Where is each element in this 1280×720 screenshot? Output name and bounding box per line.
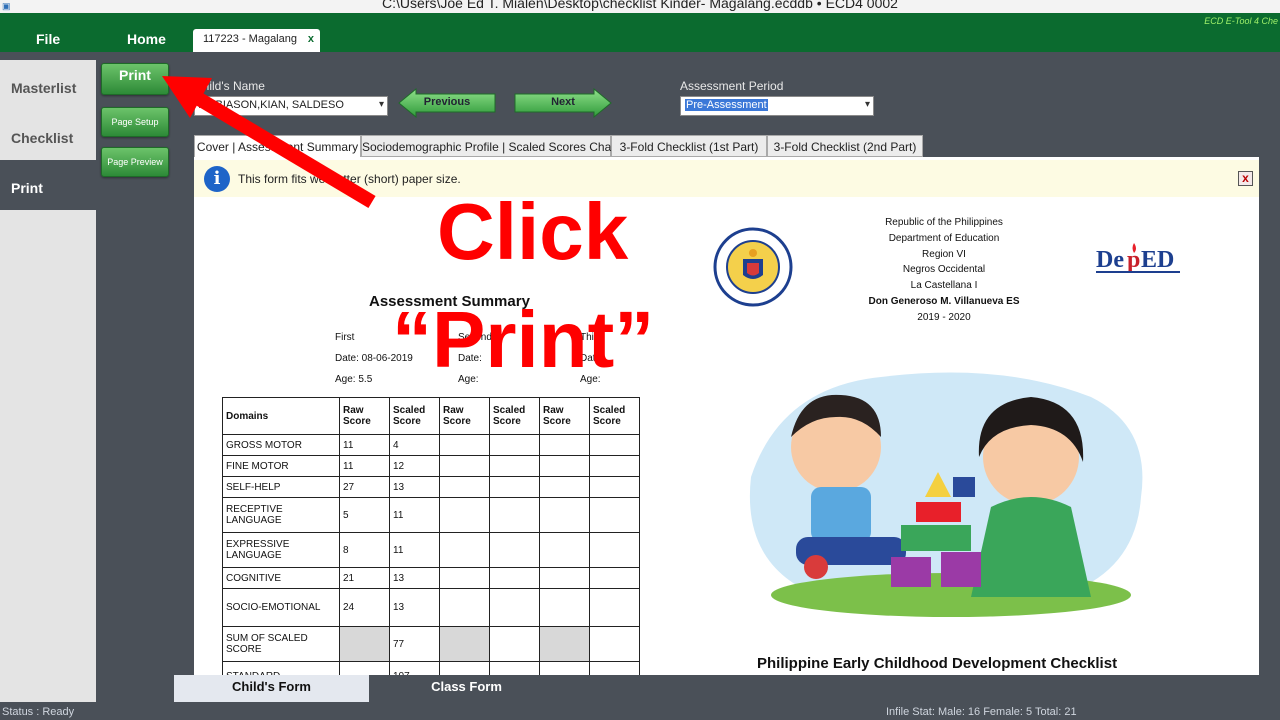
- callout-click: Click: [437, 187, 629, 276]
- domain-cell: GROSS MOTOR: [222, 434, 340, 456]
- header-line: Department of Education: [888, 232, 1000, 244]
- raw-cell: 27: [339, 476, 390, 498]
- header-line: Negros Occidental: [902, 264, 986, 276]
- close-icon[interactable]: x: [1238, 171, 1253, 186]
- callout-print: “Print”: [392, 295, 655, 384]
- table-row: COGNITIVE 21 13: [222, 567, 640, 589]
- raw-cell: 24: [339, 588, 390, 627]
- header-scaled-3: Scaled Score: [589, 397, 640, 435]
- domain-cell: EXPRESSIVE LANGUAGE: [222, 532, 340, 568]
- header-scaled-2: Scaled Score: [489, 397, 540, 435]
- checklist-title: Philippine Early Childhood Development C…: [757, 655, 1118, 672]
- scaled-cell: 11: [389, 497, 440, 533]
- scaled-cell: 107: [389, 661, 440, 675]
- infile-stats: Infile Stat: Male: 16 Female: 5 Total: 2…: [886, 706, 1077, 718]
- raw-cell: 11: [339, 434, 390, 456]
- header-raw-2: Raw Score: [439, 397, 490, 435]
- domain-cell: STANDARD: [222, 661, 340, 675]
- school-name: Don Generoso M. Villanueva ES: [868, 295, 1020, 307]
- ribbon: File Home ECD E-Tool 4 Che 117223 - Maga…: [0, 13, 1280, 52]
- scaled-cell: 4: [389, 434, 440, 456]
- tab-3fold-part1[interactable]: 3-Fold Checklist (1st Part): [611, 135, 767, 157]
- header-line: Region VI: [922, 248, 966, 260]
- left-nav: Masterlist Checklist Print: [0, 60, 96, 702]
- table-row: EXPRESSIVE LANGUAGE 8 11: [222, 532, 640, 568]
- scaled-cell: 11: [389, 532, 440, 568]
- document-panel: i This form fits well letter (short) pap…: [194, 157, 1259, 675]
- scaled-cell: 12: [389, 455, 440, 477]
- status-text: Status : Ready: [2, 706, 75, 718]
- previous-button[interactable]: Previous: [398, 88, 496, 118]
- domain-cell: RECEPTIVE LANGUAGE: [222, 497, 340, 533]
- table-row: GROSS MOTOR 11 4: [222, 434, 640, 456]
- period-value: Pre-Assessment: [685, 99, 768, 111]
- next-label: Next: [551, 96, 575, 108]
- menu-home[interactable]: Home: [127, 31, 166, 47]
- window-titlebar: ▣ C:\Users\Joe Ed T. Mialen\Desktop\chec…: [0, 0, 1280, 13]
- bottom-tabs: Child's Form Class Form: [174, 675, 1280, 702]
- period-select[interactable]: Pre-Assessment ▾: [680, 96, 874, 116]
- table-row: SUM OF SCALED SCORE 77: [222, 626, 640, 662]
- nav-checklist[interactable]: Checklist: [0, 110, 96, 160]
- table-row: SELF-HELP 27 13: [222, 476, 640, 498]
- header-raw-1: Raw Score: [339, 397, 390, 435]
- table-header-row: Domains Raw Score Scaled Score Raw Score…: [222, 397, 640, 435]
- red-arrow-icon: [162, 76, 376, 209]
- raw-cell: 5: [339, 497, 390, 533]
- raw-cell: [339, 661, 390, 675]
- chevron-down-icon: ▾: [864, 99, 870, 110]
- tab-3fold-part2[interactable]: 3-Fold Checklist (2nd Part): [767, 135, 923, 157]
- deped-logo-icon: De p ED: [1096, 243, 1180, 273]
- scaled-cell: 13: [389, 476, 440, 498]
- domain-cell: COGNITIVE: [222, 567, 340, 589]
- deped-seal-icon: [713, 227, 793, 307]
- domain-cell: SUM OF SCALED SCORE: [222, 626, 340, 662]
- scaled-cell: 77: [389, 626, 440, 662]
- svg-text:De: De: [1096, 247, 1124, 273]
- header-raw-3: Raw Score: [539, 397, 590, 435]
- period-first-label: First: [335, 332, 355, 343]
- next-button[interactable]: Next: [514, 88, 612, 118]
- school-year: 2019 - 2020: [917, 311, 971, 323]
- raw-cell: 11: [339, 455, 390, 477]
- header-line: La Castellana I: [910, 280, 978, 292]
- scaled-cell: 13: [389, 588, 440, 627]
- ribbon-divider: [0, 52, 1280, 60]
- table-row: RECEPTIVE LANGUAGE 5 11: [222, 497, 640, 533]
- domain-cell: SELF-HELP: [222, 476, 340, 498]
- close-tab-icon[interactable]: x: [308, 33, 314, 45]
- raw-cell: [339, 626, 390, 662]
- svg-text:ED: ED: [1141, 247, 1174, 273]
- header-line: Republic of the Philippines: [885, 217, 1003, 228]
- period-label: Assessment Period: [680, 79, 784, 93]
- table-row: FINE MOTOR 11 12: [222, 455, 640, 477]
- period-first-age: Age: 5.5: [335, 374, 373, 385]
- table-row: STANDARD 107: [222, 661, 640, 675]
- domain-cell: SOCIO-EMOTIONAL: [222, 588, 340, 627]
- previous-label: Previous: [423, 96, 471, 108]
- school-header: Republic of the Philippines Department o…: [819, 215, 1069, 326]
- menu-file[interactable]: File: [36, 31, 60, 47]
- table-row: SOCIO-EMOTIONAL 24 13: [222, 588, 640, 627]
- document-tab[interactable]: 117223 - Magalang x: [193, 29, 320, 52]
- document-tab-label: 117223 - Magalang: [203, 33, 297, 45]
- domain-cell: FINE MOTOR: [222, 455, 340, 477]
- window-title: C:\Users\Joe Ed T. Mialen\Desktop\checkl…: [382, 0, 898, 11]
- children-illustration-icon: [749, 372, 1143, 617]
- nav-masterlist[interactable]: Masterlist: [0, 60, 96, 110]
- scaled-cell: 13: [389, 567, 440, 589]
- tab-sociodemographic[interactable]: Sociodemographic Profile | Scaled Scores…: [361, 135, 619, 157]
- header-scaled-1: Scaled Score: [389, 397, 440, 435]
- nav-print[interactable]: Print: [0, 160, 96, 210]
- tab-class-form[interactable]: Class Form: [369, 675, 564, 702]
- tab-childs-form[interactable]: Child's Form: [174, 675, 369, 702]
- status-bar: Status : Ready Infile Stat: Male: 16 Fem…: [0, 702, 1280, 720]
- raw-cell: 8: [339, 532, 390, 568]
- scores-table: Domains Raw Score Scaled Score Raw Score…: [222, 397, 640, 675]
- raw-cell: 21: [339, 567, 390, 589]
- header-domains: Domains: [222, 397, 340, 435]
- brand-label: ECD E-Tool 4 Che: [1204, 16, 1278, 26]
